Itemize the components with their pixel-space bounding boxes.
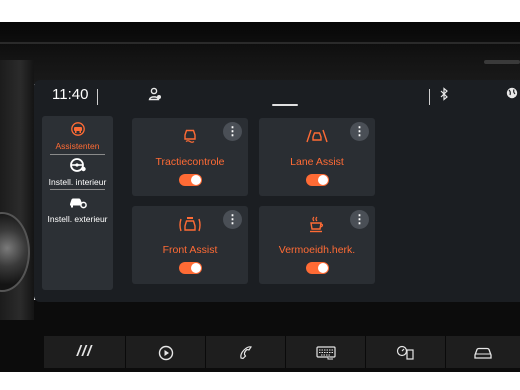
more-options-button[interactable]: ⋮ [350,122,369,141]
phone-button[interactable] [206,336,286,368]
card-label: Vermoeidh.herk. [278,244,356,256]
fuel-stats-button[interactable] [366,336,446,368]
card-label: Tractiecontrole [155,156,225,168]
toggle-switch[interactable] [179,174,202,186]
more-options-button[interactable]: ⋮ [223,210,242,229]
bezel-vent-notch [484,60,520,64]
card-tractiecontrole[interactable]: ⋮ Tractiecontrole [132,118,248,196]
more-options-button[interactable]: ⋮ [350,210,369,229]
bottom-bar-edge [0,336,44,368]
status-divider [97,89,98,105]
sidebar-item-label: Assistenten [55,141,100,151]
sidebar-item-label: Instell. interieur [48,177,107,187]
steering-wheel-icon [42,158,113,175]
car-gear-icon [42,195,113,212]
more-options-button[interactable]: ⋮ [223,122,242,141]
card-label: Lane Assist [290,156,344,168]
toggle-knob [318,263,328,273]
menu-button[interactable]: /// [44,336,126,368]
sidebar-divider [50,189,105,190]
person-icon[interactable] [148,87,162,105]
bluetooth-icon [439,87,449,106]
keyboard-icon [315,344,336,360]
status-divider-right [429,89,430,105]
fuel-stats-icon [396,344,416,360]
dashboard-bezel-top [0,22,520,84]
sidebar-item-assistenten[interactable]: Assistenten [42,122,113,152]
globe-icon[interactable] [506,87,518,103]
phone-icon [238,342,254,361]
infotainment-screen: 11:40 Assistenten Instell. interieur Ins… [34,80,520,302]
sidebar: Assistenten Instell. interieur Instell. … [42,116,113,290]
sidebar-item-exterieur[interactable]: Instell. exterieur [42,195,113,225]
toggle-switch[interactable] [306,174,329,186]
status-bar: 11:40 [34,80,520,112]
toggle-knob [191,175,201,185]
play-icon [158,344,174,361]
keyboard-button[interactable] [286,336,366,368]
card-label: Front Assist [162,244,218,256]
toggle-switch[interactable] [179,262,202,274]
media-button[interactable] [126,336,206,368]
menu-slash-icon: /// [76,343,93,360]
sidebar-item-label: Instell. exterieur [47,214,108,224]
car-settings-button[interactable] [446,336,520,368]
toggle-knob [318,175,328,185]
toggle-switch[interactable] [306,262,329,274]
clock: 11:40 [52,86,89,103]
sidebar-item-interieur[interactable]: Instell. interieur [42,158,113,188]
card-lane-assist[interactable]: ⋮ Lane Assist [259,118,375,196]
toggle-knob [191,263,201,273]
card-front-assist[interactable]: ⋮ Front Assist [132,206,248,284]
pull-down-handle[interactable] [272,104,298,106]
car-icon [473,344,493,360]
sidebar-divider [50,154,105,155]
bezel-trim-line [0,42,520,44]
car-assist-icon [42,122,113,139]
card-vermoeidh-herk[interactable]: ⋮ Vermoeidh.herk. [259,206,375,284]
bottom-button-bar: /// [44,336,520,368]
